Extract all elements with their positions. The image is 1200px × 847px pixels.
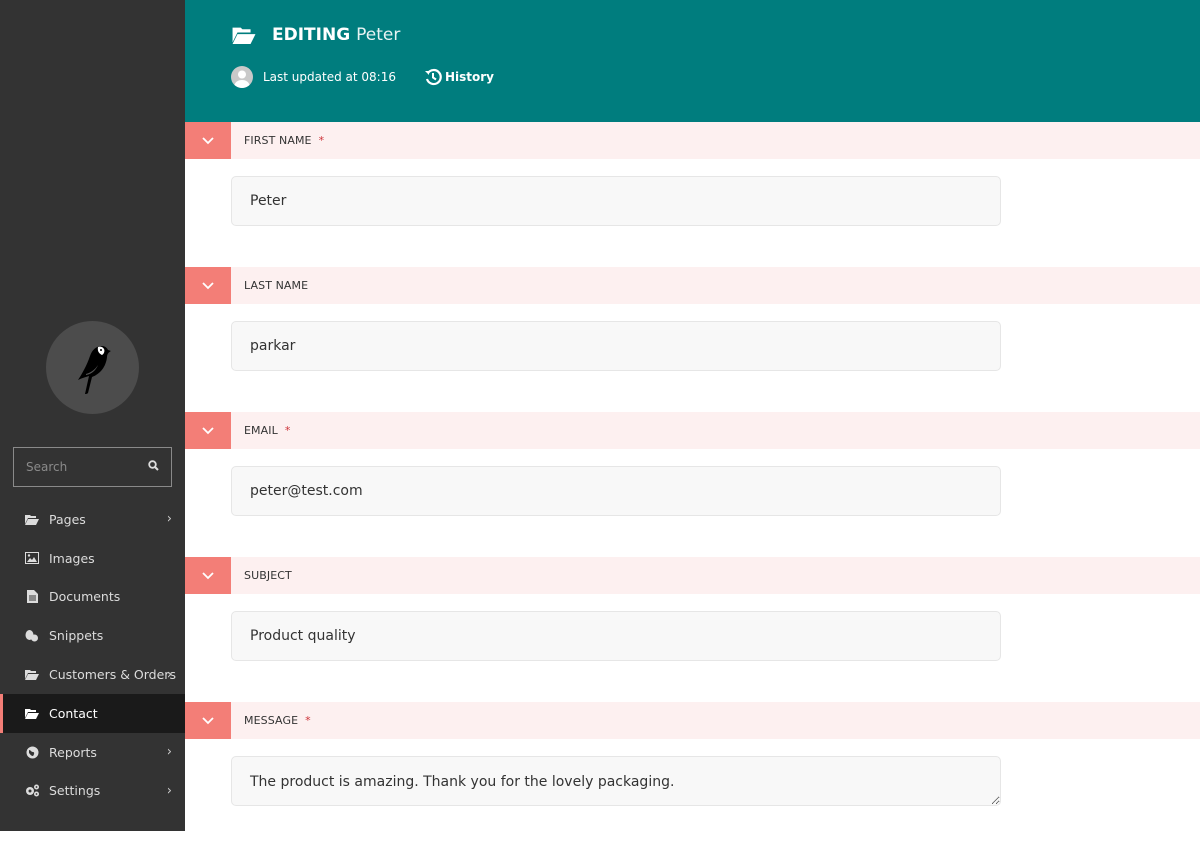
required-marker: * [305,714,311,727]
message-textarea[interactable]: The product is amazing. Thank you for th… [231,756,1001,806]
menu-item-label: Images [49,550,95,566]
collapse-toggle[interactable] [185,122,231,159]
sidebar: Pages › Images Documents Snippets Custom… [0,0,185,831]
history-link[interactable]: History [424,68,494,86]
email-input[interactable] [231,466,1001,516]
search-box [13,447,172,487]
avatar [231,66,253,88]
folder-open-icon [24,668,40,682]
collapse-toggle[interactable] [185,412,231,449]
panel-header: MESSAGE * [185,702,1200,739]
edit-form: FIRST NAME * LAST NAME EMAIL * SUBJECT M… [185,122,1200,847]
bird-icon [77,345,111,394]
folder-open-icon [24,706,40,720]
collapse-toggle[interactable] [185,702,231,739]
folder-open-icon [24,512,40,526]
document-icon [24,590,40,604]
menu-item-label: Documents [49,589,121,605]
menu-item-contact[interactable]: Contact [0,693,185,733]
field-panel-subject: SUBJECT [185,557,1200,702]
menu-item-settings[interactable]: Settings › [0,772,185,811]
chevron-right-icon: › [166,511,172,527]
field-label: MESSAGE [244,714,299,727]
globe-icon [24,745,40,759]
wagtail-logo[interactable] [46,321,139,414]
page-title: EDITING Peter [232,25,400,45]
chevron-right-icon: › [166,667,172,683]
field-label: FIRST NAME [244,134,312,147]
cogs-icon [24,784,40,798]
chevron-down-icon [202,571,214,579]
menu-item-reports[interactable]: Reports › [0,733,185,772]
chevron-down-icon [202,136,214,144]
chevron-down-icon [202,281,214,289]
menu-item-label: Customers & Orders [49,667,176,683]
panel-header: EMAIL * [185,412,1200,449]
field-label: EMAIL [244,424,278,437]
field-panel-email: EMAIL * [185,412,1200,557]
object-name: Peter [356,25,401,45]
menu-item-snippets[interactable]: Snippets [0,616,185,655]
field-panel-last-name: LAST NAME [185,267,1200,412]
last-name-input[interactable] [231,321,1001,371]
menu-item-label: Snippets [49,628,104,644]
required-marker: * [318,134,325,147]
field-panel-message: MESSAGE * The product is amazing. Thank … [185,702,1200,847]
panel-header: SUBJECT [185,557,1200,594]
field-label: LAST NAME [244,279,309,292]
chevron-right-icon: › [166,744,172,760]
folder-open-icon [232,26,256,44]
menu-item-label: Settings [49,783,101,799]
page-header: EDITING Peter Last updated at 08:16 Hist… [185,0,1200,122]
search-icon[interactable] [148,460,159,474]
page-meta: Last updated at 08:16 History [231,66,494,88]
menu-item-pages[interactable]: Pages › [0,500,185,539]
menu-item-customers-orders[interactable]: Customers & Orders › [0,655,185,694]
collapse-toggle[interactable] [185,557,231,594]
field-label: SUBJECT [244,569,292,582]
field-panel-first-name: FIRST NAME * [185,122,1200,267]
history-label: History [444,70,495,84]
menu-item-documents[interactable]: Documents [0,578,185,617]
required-marker: * [284,424,291,437]
history-icon [424,68,442,86]
editing-label: EDITING [272,25,351,45]
search-input[interactable] [26,460,148,474]
snippet-icon [24,629,40,643]
collapse-toggle[interactable] [185,267,231,304]
chevron-down-icon [202,716,214,724]
subject-input[interactable] [231,611,1001,661]
chevron-down-icon [202,426,214,434]
first-name-input[interactable] [231,176,1001,226]
last-updated: Last updated at 08:16 [263,70,396,84]
panel-header: LAST NAME [185,267,1200,304]
menu-item-images[interactable]: Images [0,539,185,578]
image-icon [24,551,40,565]
menu-item-label: Contact [49,705,98,721]
main-menu: Pages › Images Documents Snippets Custom… [0,500,185,810]
panel-header: FIRST NAME * [185,122,1200,159]
menu-item-label: Pages [49,511,86,527]
chevron-right-icon: › [166,783,172,799]
menu-item-label: Reports [49,744,97,760]
